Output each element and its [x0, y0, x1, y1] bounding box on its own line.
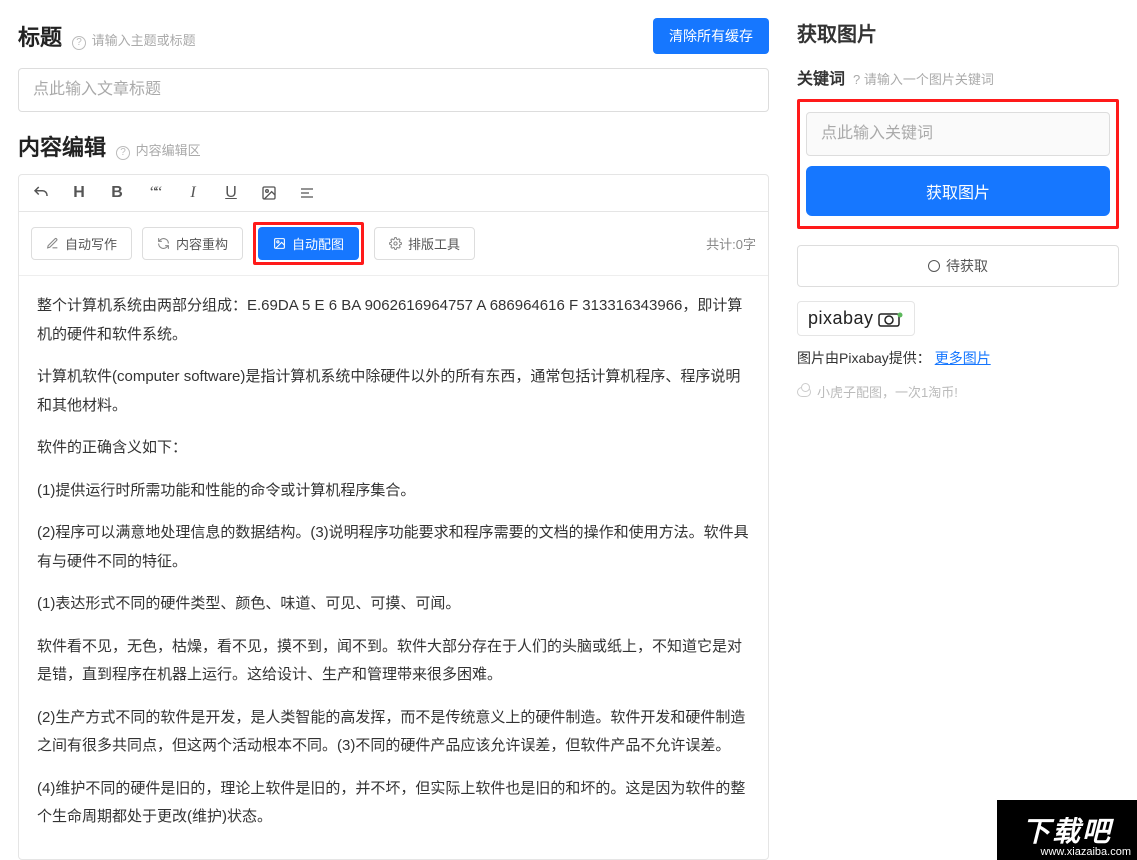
word-counter: 共计:0字 — [706, 234, 756, 253]
restructure-button[interactable]: 内容重构 — [142, 227, 243, 260]
keyword-label: 关键词 — [797, 65, 845, 89]
side-heading: 获取图片 — [797, 18, 1119, 47]
auto-image-highlight: 自动配图 — [253, 222, 364, 265]
bold-icon[interactable]: B — [107, 183, 127, 203]
editor-paragraph: 计算机软件(computer software)是指计算机系统中除硬件以外的所有… — [37, 363, 750, 420]
image-icon[interactable] — [259, 183, 279, 203]
format-toolbar: H B I U — [19, 175, 768, 212]
footer-note: 小虎子配图，一次1淘币! — [797, 382, 1119, 401]
help-icon: ? — [853, 72, 860, 87]
help-icon: ? — [72, 36, 86, 50]
title-hint: ? 请输入主题或标题 — [72, 30, 196, 50]
fetch-image-button[interactable]: 获取图片 — [806, 166, 1110, 216]
action-toolbar: 自动写作 内容重构 自动配图 排版工具 共计:0字 — [19, 212, 768, 276]
keyword-hint: ? 请输入一个图片关键词 — [853, 69, 994, 88]
layout-tool-button[interactable]: 排版工具 — [374, 227, 475, 260]
help-icon: ? — [116, 146, 130, 160]
italic-icon[interactable]: I — [183, 183, 203, 203]
editor-paragraph: 软件的正确含义如下： — [37, 434, 750, 463]
pixabay-badge: pixabay — [797, 301, 915, 336]
editor-paragraph: 整个计算机系统由两部分组成：E.69DA 5 E 6 BA 9062616964… — [37, 292, 750, 349]
editor-container: H B I U 自动写作 内容重构 — [18, 174, 769, 860]
status-circle-icon — [928, 260, 940, 272]
undo-icon[interactable] — [31, 183, 51, 203]
main-column: 标题 ? 请输入主题或标题 清除所有缓存 内容编辑 ? 内容编辑区 — [0, 0, 787, 860]
title-heading: 标题 — [18, 20, 62, 52]
editor-paragraph: (2)程序可以满意地处理信息的数据结构。(3)说明程序功能要求和程序需要的文档的… — [37, 519, 750, 576]
keyword-highlight-box: 获取图片 — [797, 99, 1119, 229]
editor-paragraph: (4)维护不同的硬件是旧的，理论上软件是旧的，并不坏，但实际上软件也是旧的和坏的… — [37, 775, 750, 832]
watermark-logo: 下载吧 www.xiazaiba.com — [997, 800, 1137, 860]
editor-hint: ? 内容编辑区 — [116, 140, 201, 160]
title-section-header: 标题 ? 请输入主题或标题 清除所有缓存 — [18, 18, 769, 54]
quote-icon[interactable] — [145, 183, 165, 203]
watermark-url: www.xiazaiba.com — [1041, 846, 1131, 858]
keyword-input[interactable] — [806, 112, 1110, 156]
underline-icon[interactable]: U — [221, 183, 241, 203]
keyword-label-row: 关键词 ? 请输入一个图片关键词 — [797, 65, 1119, 89]
cloud-icon — [797, 387, 811, 397]
editor-paragraph: 软件看不见，无色，枯燥，看不见，摸不到，闻不到。软件大部分存在于人们的头脑或纸上… — [37, 633, 750, 690]
editor-paragraph: (1)表达形式不同的硬件类型、颜色、味道、可见、可摸、可闻。 — [37, 590, 750, 619]
fetch-status: 待获取 — [797, 245, 1119, 287]
provider-row: 图片由Pixabay提供： 更多图片 — [797, 348, 1119, 368]
more-images-link[interactable]: 更多图片 — [935, 350, 991, 366]
editor-paragraph: (2)生产方式不同的软件是开发，是人类智能的高发挥，而不是传统意义上的硬件制造。… — [37, 704, 750, 761]
heading-icon[interactable]: H — [69, 183, 89, 203]
article-title-input[interactable] — [18, 68, 769, 112]
align-icon[interactable] — [297, 183, 317, 203]
clear-cache-button[interactable]: 清除所有缓存 — [653, 18, 769, 54]
auto-image-button[interactable]: 自动配图 — [258, 227, 359, 260]
editor-paragraph: (1)提供运行时所需功能和性能的命令或计算机程序集合。 — [37, 477, 750, 506]
auto-write-button[interactable]: 自动写作 — [31, 227, 132, 260]
editor-content[interactable]: 整个计算机系统由两部分组成：E.69DA 5 E 6 BA 9062616964… — [19, 276, 768, 859]
editor-heading: 内容编辑 — [18, 130, 106, 162]
side-panel: 获取图片 关键词 ? 请输入一个图片关键词 获取图片 待获取 pixabay — [787, 0, 1137, 860]
camera-icon — [878, 311, 904, 327]
